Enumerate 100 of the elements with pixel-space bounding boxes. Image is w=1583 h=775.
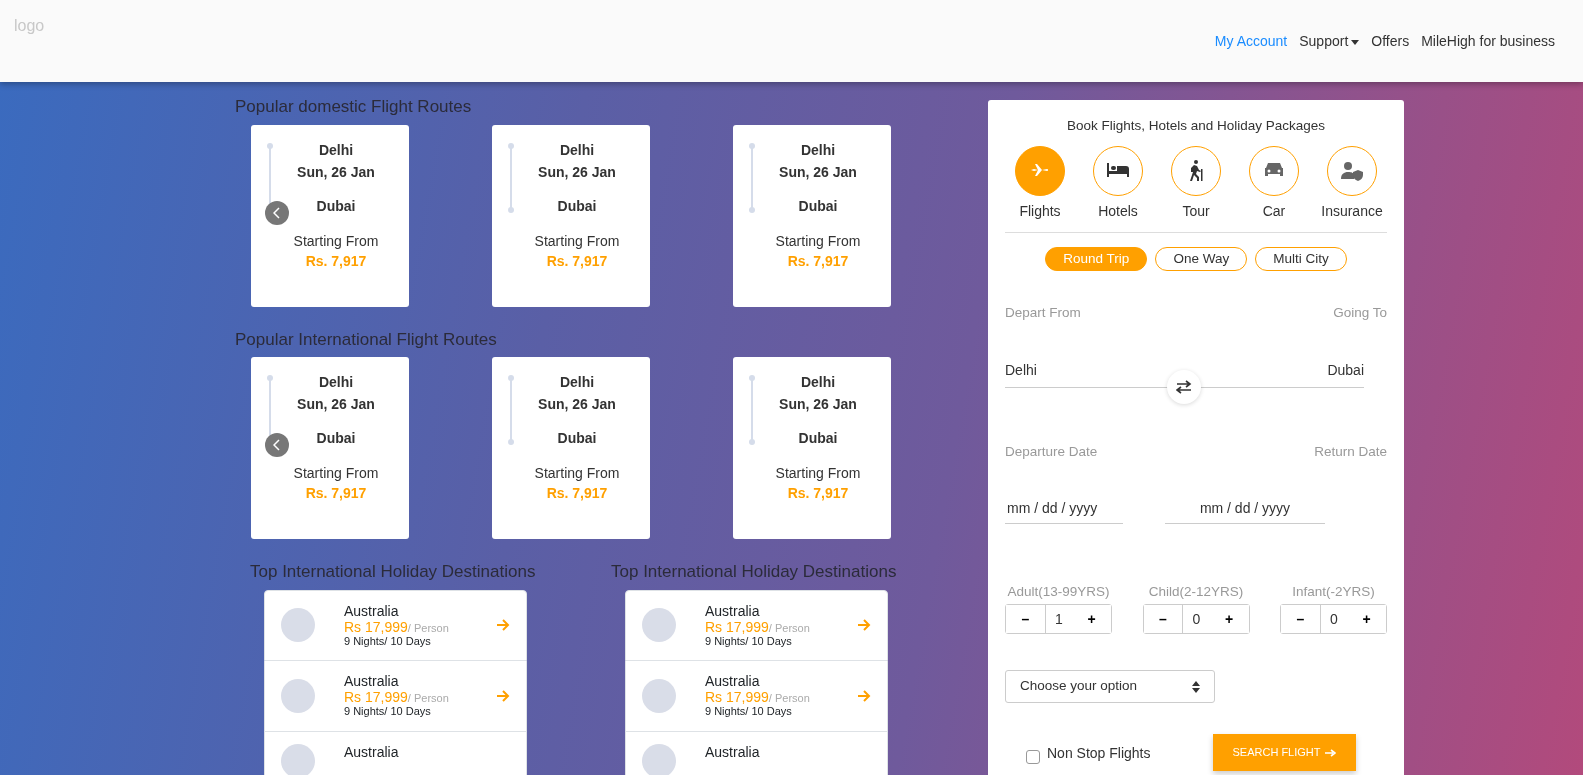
route-price: Rs. 7,917 bbox=[787, 251, 849, 271]
arrow-right-icon bbox=[496, 619, 510, 631]
travel-date: Sun, 26 Jan bbox=[297, 162, 375, 182]
route-timeline-icon bbox=[508, 375, 514, 445]
trip-type-tab[interactable]: Multi City bbox=[1255, 247, 1347, 272]
swap-icon bbox=[1176, 379, 1192, 394]
origin-city: Delhi bbox=[318, 373, 354, 392]
photo-placeholder bbox=[281, 743, 315, 775]
holiday-item[interactable]: Australia bbox=[264, 731, 527, 775]
route-price: Rs. 7,917 bbox=[305, 484, 367, 503]
holiday-item[interactable]: Australia bbox=[625, 731, 888, 775]
holiday-item[interactable]: Australia Rs 17,999/ Person 9 Nights/ 10 Days bbox=[625, 589, 888, 661]
depart-field[interactable]: Delhi bbox=[1005, 359, 1037, 381]
price-unit: / Person bbox=[407, 692, 449, 705]
route-price: Rs. 7,917 bbox=[787, 484, 849, 503]
field-label: Departure Date bbox=[1005, 442, 1098, 461]
nav-link[interactable]: Offers bbox=[1365, 31, 1416, 52]
origin-city: Delhi bbox=[559, 140, 595, 160]
trip-type-tab[interactable]: One Way bbox=[1155, 247, 1248, 272]
nav-link[interactable]: MileHigh for business bbox=[1415, 31, 1561, 52]
travel-date: Sun, 26 Jan bbox=[538, 395, 616, 414]
carousel-prev-button[interactable] bbox=[265, 433, 289, 457]
passenger-count: 0 bbox=[1182, 605, 1210, 633]
travel-date: Sun, 26 Jan bbox=[779, 395, 857, 414]
arrow-right-icon bbox=[857, 689, 871, 702]
package-price: Rs 17,999 bbox=[344, 689, 408, 706]
arrow-right-icon bbox=[857, 619, 871, 631]
route-price: Rs. 7,917 bbox=[305, 251, 367, 271]
passenger-label: Infant(-2YRS) bbox=[1292, 582, 1375, 601]
photo-placeholder bbox=[281, 678, 315, 713]
service-tab[interactable]: Tour bbox=[1161, 146, 1231, 223]
service-tab[interactable]: Flights bbox=[1005, 146, 1075, 223]
destination-name: Australia bbox=[705, 673, 761, 690]
option-select[interactable]: Choose your option bbox=[1005, 670, 1215, 703]
holiday-item[interactable]: Australia Rs 17,999/ Person 9 Nights/ 10 Days bbox=[264, 660, 527, 732]
field-label: Return Date bbox=[1314, 442, 1387, 461]
destination-name: Australia bbox=[344, 743, 400, 760]
section-heading: Top International Holiday Destinations bbox=[250, 561, 537, 583]
trip-duration: 9 Nights/ 10 Days bbox=[705, 705, 793, 718]
destination-name: Australia bbox=[705, 602, 761, 619]
package-price: Rs 17,999 bbox=[705, 689, 769, 706]
field-label: Depart From bbox=[1005, 304, 1081, 323]
arrow-right-icon bbox=[1324, 749, 1336, 758]
destination-city: Dubai bbox=[798, 429, 838, 448]
section-heading: Popular International Flight Routes bbox=[235, 328, 498, 351]
travel-date: Sun, 26 Jan bbox=[538, 162, 616, 182]
price-unit: / Person bbox=[768, 621, 810, 634]
destination-name: Australia bbox=[344, 602, 400, 619]
price-label: Starting From bbox=[775, 231, 861, 251]
section-heading: Top International Holiday Destinations bbox=[611, 561, 898, 583]
service-tab[interactable]: Hotels bbox=[1083, 146, 1153, 223]
route-price: Rs. 7,917 bbox=[546, 251, 608, 271]
price-label: Starting From bbox=[534, 464, 620, 483]
chevron-left-icon bbox=[273, 206, 281, 219]
trip-duration: 9 Nights/ 10 Days bbox=[705, 634, 793, 648]
photo-placeholder bbox=[642, 608, 676, 642]
service-tab[interactable]: Car bbox=[1239, 146, 1309, 223]
destination-name: Australia bbox=[344, 673, 400, 690]
package-price: Rs 17,999 bbox=[344, 618, 408, 635]
carousel-prev-button[interactable] bbox=[265, 200, 289, 225]
route-timeline-icon bbox=[749, 142, 755, 213]
passenger-label: Adult(13-99YRS) bbox=[1007, 582, 1110, 601]
price-unit: / Person bbox=[768, 692, 810, 705]
field-label: Going To bbox=[1333, 304, 1387, 323]
destination-name: Australia bbox=[705, 743, 761, 760]
holiday-item[interactable]: Australia Rs 17,999/ Person 9 Nights/ 10 Days bbox=[264, 589, 527, 661]
destination-field[interactable]: Dubai bbox=[1327, 359, 1364, 381]
trip-duration: 9 Nights/ 10 Days bbox=[344, 634, 432, 648]
origin-city: Delhi bbox=[800, 373, 836, 392]
destination-city: Dubai bbox=[798, 196, 838, 216]
arrow-right-icon bbox=[496, 689, 510, 702]
photo-placeholder bbox=[281, 608, 315, 642]
travel-date: Sun, 26 Jan bbox=[779, 162, 857, 182]
price-label: Starting From bbox=[293, 464, 379, 483]
section-heading: Popular domestic Flight Routes bbox=[235, 96, 473, 118]
destination-city: Dubai bbox=[316, 429, 356, 448]
destination-city: Dubai bbox=[557, 196, 597, 216]
checkbox-label: Non Stop Flights bbox=[1047, 744, 1151, 763]
trip-duration: 9 Nights/ 10 Days bbox=[344, 705, 432, 718]
route-price: Rs. 7,917 bbox=[546, 484, 608, 503]
origin-city: Delhi bbox=[559, 373, 595, 392]
destination-city: Dubai bbox=[316, 196, 356, 216]
travel-date: Sun, 26 Jan bbox=[297, 395, 375, 414]
origin-city: Delhi bbox=[800, 140, 836, 160]
route-timeline-icon bbox=[749, 375, 755, 445]
nav-link[interactable]: Support bbox=[1293, 31, 1366, 52]
price-label: Starting From bbox=[534, 231, 620, 251]
holiday-item[interactable]: Australia Rs 17,999/ Person 9 Nights/ 10 Days bbox=[625, 660, 888, 732]
non-stop-checkbox[interactable] bbox=[1026, 750, 1040, 764]
sort-caret-icon bbox=[1192, 680, 1200, 693]
service-tab[interactable]: Insurance bbox=[1317, 146, 1387, 223]
photo-placeholder bbox=[642, 678, 676, 713]
user-shield-icon bbox=[1340, 159, 1364, 184]
price-label: Starting From bbox=[775, 464, 861, 483]
package-price: Rs 17,999 bbox=[705, 618, 769, 635]
swap-button[interactable] bbox=[1167, 369, 1201, 404]
price-unit: / Person bbox=[407, 621, 449, 634]
photo-placeholder bbox=[642, 743, 676, 775]
price-label: Starting From bbox=[293, 231, 379, 251]
booking-title: Book Flights, Hotels and Holiday Packages bbox=[1065, 117, 1327, 135]
